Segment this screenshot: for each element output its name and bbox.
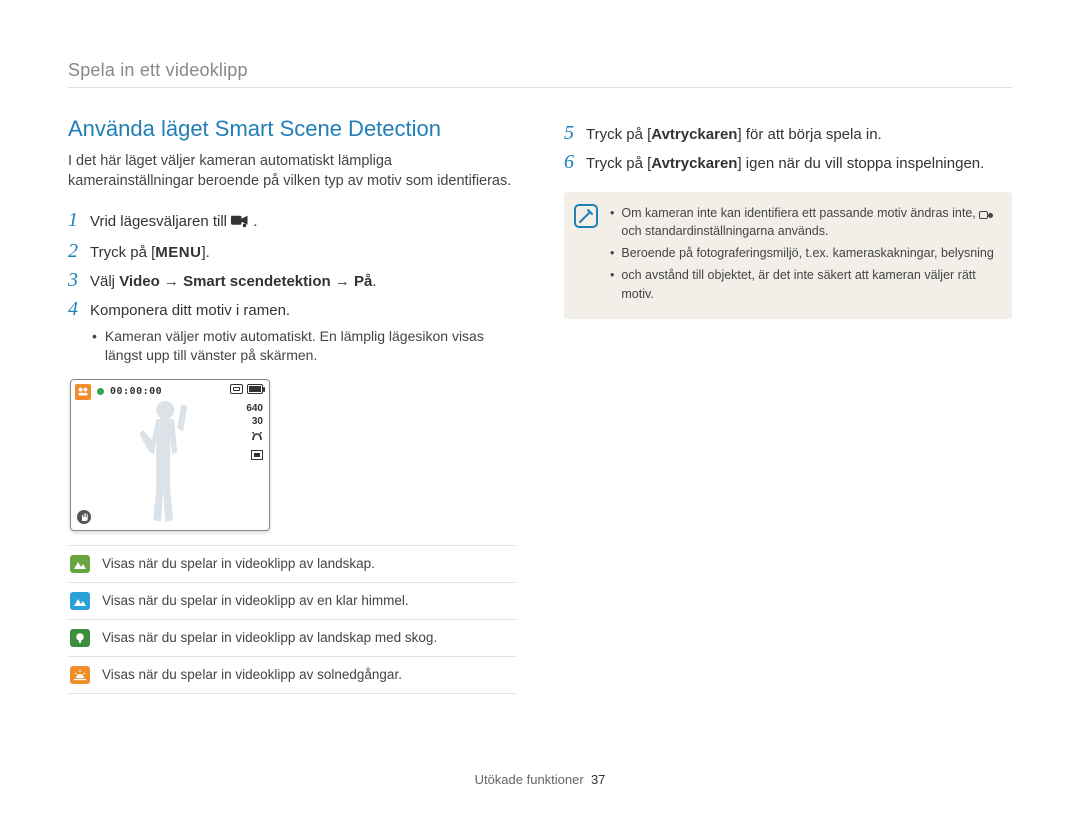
legend-text: Visas när du spelar in videoklipp av sol…	[102, 667, 402, 682]
step-4: 4 Komponera ditt motiv i ramen.	[68, 298, 516, 321]
step-text-suffix: ].	[201, 244, 209, 261]
videocam-icon	[231, 213, 249, 234]
note-box: • Om kameran inte kan identifiera ett pa…	[564, 192, 1012, 319]
note-item: • Beroende på fotograferingsmiljö, t.ex.…	[610, 244, 998, 262]
resolution-label: 640	[246, 403, 263, 414]
step-1: 1 Vrid lägesväljaren till .	[68, 209, 516, 234]
fps-label: 30	[252, 416, 263, 427]
note-text: och avstånd till objektet, är det inte s…	[621, 266, 998, 302]
intro-paragraph: I det här läget väljer kameran automatis…	[68, 152, 516, 191]
step-number: 5	[564, 122, 586, 145]
person-silhouette	[125, 398, 205, 531]
step-text-suffix: ] igen när du vill stoppa inspelningen.	[737, 155, 984, 172]
step-number: 6	[564, 151, 586, 174]
clear-sky-icon	[70, 592, 90, 610]
step-6: 6 Tryck på [Avtryckaren] igen när du vil…	[564, 151, 1012, 174]
anti-shake-icon	[77, 510, 91, 524]
legend-text: Visas när du spelar in videoklipp av lan…	[102, 556, 375, 571]
note-icon	[574, 204, 598, 228]
step-number: 3	[68, 269, 90, 292]
legend-table: Visas när du spelar in videoklipp av lan…	[68, 545, 516, 694]
step-text: Komponera ditt motiv i ramen.	[90, 300, 290, 321]
legend-row-forest: Visas när du spelar in videoklipp av lan…	[68, 619, 516, 656]
smart-mode-badge-icon	[75, 384, 91, 400]
step-3: 3 Välj Video → Smart scendetektion → På.	[68, 269, 516, 292]
step-number: 4	[68, 298, 90, 321]
legend-text: Visas när du spelar in videoklipp av en …	[102, 593, 409, 608]
note-text: och standardinställningarna används.	[621, 224, 828, 238]
videocam-small-icon	[979, 211, 993, 219]
legend-row-sky: Visas när du spelar in videoklipp av en …	[68, 582, 516, 619]
note-item: • Om kameran inte kan identifiera ett pa…	[610, 204, 998, 240]
frame-icon	[251, 450, 263, 460]
storage-icon	[230, 384, 243, 394]
step-text: Tryck på [	[90, 244, 155, 261]
footer-section-label: Utökade funktioner	[475, 772, 584, 787]
note-item: • och avstånd till objektet, är det inte…	[610, 266, 998, 302]
step-bold-path: Video → Smart scendetektion → På	[119, 273, 372, 290]
legend-row-landscape: Visas när du spelar in videoklipp av lan…	[68, 545, 516, 582]
step-text-suffix: ] för att börja spela in.	[737, 126, 881, 143]
sunset-icon	[70, 666, 90, 684]
page-number: 37	[591, 772, 605, 787]
note-text: Om kameran inte kan identifiera ett pass…	[621, 206, 975, 220]
step-number: 1	[68, 209, 90, 232]
step-text: Vrid lägesväljaren till	[90, 213, 231, 230]
step-text: Välj	[90, 273, 119, 290]
shutter-label: Avtryckaren	[651, 155, 737, 172]
breadcrumb: Spela in ett videoklipp	[68, 60, 1012, 88]
bullet-icon: •	[92, 327, 97, 365]
note-text: Beroende på fotograferingsmiljö, t.ex. k…	[621, 244, 993, 262]
shutter-label: Avtryckaren	[651, 126, 737, 143]
legend-text: Visas när du spelar in videoklipp av lan…	[102, 630, 437, 645]
bullet-icon: •	[610, 266, 614, 302]
step-text: Tryck på [	[586, 155, 651, 172]
bullet-icon: •	[610, 244, 614, 262]
forest-icon	[70, 629, 90, 647]
battery-icon	[247, 384, 263, 394]
section-title: Använda läget Smart Scene Detection	[68, 116, 516, 142]
camera-lcd-preview: 00:00:00 640 30	[70, 379, 270, 531]
menu-label: MENU	[155, 244, 201, 261]
record-status-dot-icon	[97, 388, 104, 395]
timecode: 00:00:00	[110, 386, 162, 397]
step-text-suffix: .	[253, 213, 257, 230]
step-text-suffix: .	[372, 273, 376, 290]
step-5: 5 Tryck på [Avtryckaren] för att börja s…	[564, 122, 1012, 145]
legend-row-sunset: Visas när du spelar in videoklipp av sol…	[68, 656, 516, 694]
bullet-icon: •	[610, 204, 614, 240]
step-text: Tryck på [	[586, 126, 651, 143]
mode-f-icon	[246, 430, 263, 446]
step-sub-text: Kameran väljer motiv automatiskt. En läm…	[105, 327, 516, 365]
step-number: 2	[68, 240, 90, 263]
landscape-icon	[70, 555, 90, 573]
page-footer: Utökade funktioner 37	[0, 772, 1080, 787]
step-2: 2 Tryck på [MENU].	[68, 240, 516, 263]
step-4-sub: • Kameran väljer motiv automatiskt. En l…	[92, 327, 516, 365]
